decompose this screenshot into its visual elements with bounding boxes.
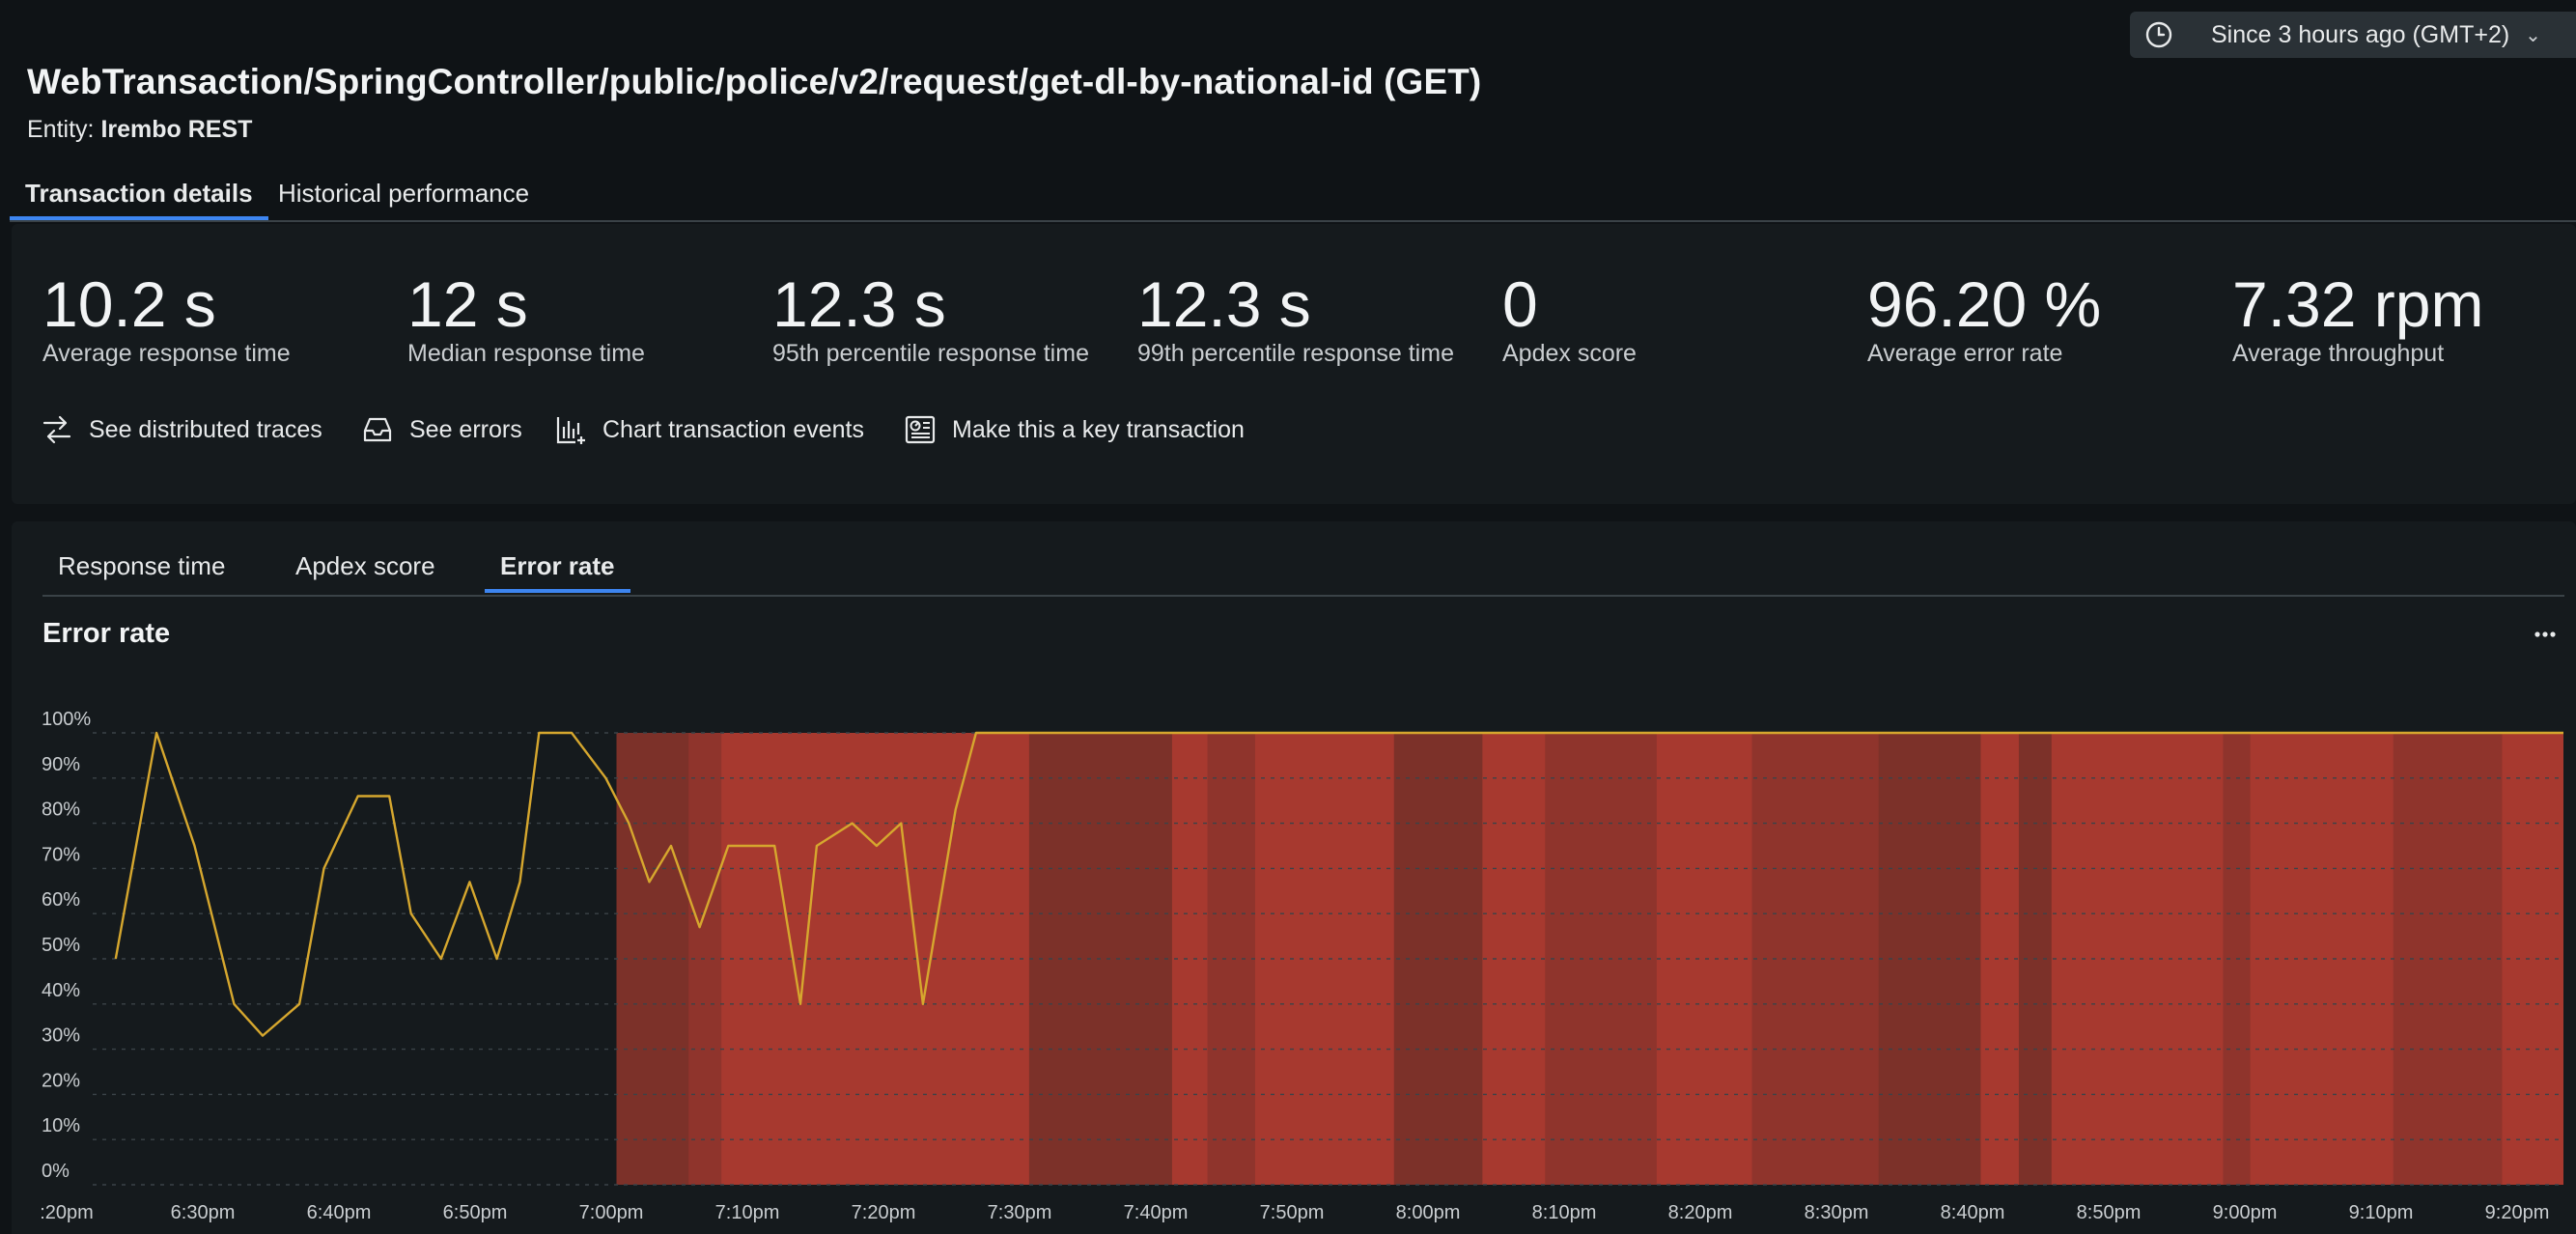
x-tick-label: 6:50pm <box>443 1202 508 1223</box>
x-tick-label: 9:20pm <box>2485 1202 2550 1223</box>
y-tick-label: 90% <box>42 754 80 775</box>
y-tick-label: 20% <box>42 1070 80 1091</box>
x-tick-label: 8:50pm <box>2077 1202 2142 1223</box>
x-tick-label: 7:20pm <box>852 1202 916 1223</box>
x-tick-label: 9:00pm <box>2213 1202 2278 1223</box>
x-tick-label: 8:10pm <box>1532 1202 1597 1223</box>
y-tick-label: 70% <box>42 844 80 865</box>
x-tick-label: :20pm <box>40 1202 94 1223</box>
y-tick-label: 50% <box>42 935 80 956</box>
y-tick-label: 100% <box>42 709 91 730</box>
y-tick-label: 40% <box>42 980 80 1001</box>
y-tick-label: 60% <box>42 889 80 911</box>
x-tick-label: 8:40pm <box>1941 1202 2005 1223</box>
x-tick-label: 8:30pm <box>1805 1202 1869 1223</box>
error-rate-chart: 0% 10% 20% 30% 40% 50% 60% 70% 80% 90% 100% :20pm 6:… <box>40 709 2563 1223</box>
x-tick-label: 6:30pm <box>171 1202 236 1223</box>
alert-band-mid-segment <box>2393 733 2503 1185</box>
x-tick-label: 7:10pm <box>715 1202 780 1223</box>
x-tick-label: 7:30pm <box>988 1202 1052 1223</box>
x-tick-label: 7:50pm <box>1260 1202 1325 1223</box>
x-tick-label: 7:00pm <box>579 1202 644 1223</box>
y-tick-label: 10% <box>42 1115 80 1136</box>
y-tick-label: 80% <box>42 799 80 821</box>
x-tick-label: 7:40pm <box>1124 1202 1189 1223</box>
y-tick-label: 30% <box>42 1025 80 1047</box>
x-tick-label: 8:00pm <box>1396 1202 1461 1223</box>
x-tick-label: 8:20pm <box>1668 1202 1733 1223</box>
x-tick-label: 6:40pm <box>307 1202 372 1223</box>
y-tick-label: 0% <box>42 1161 70 1182</box>
x-tick-label: 9:10pm <box>2349 1202 2414 1223</box>
